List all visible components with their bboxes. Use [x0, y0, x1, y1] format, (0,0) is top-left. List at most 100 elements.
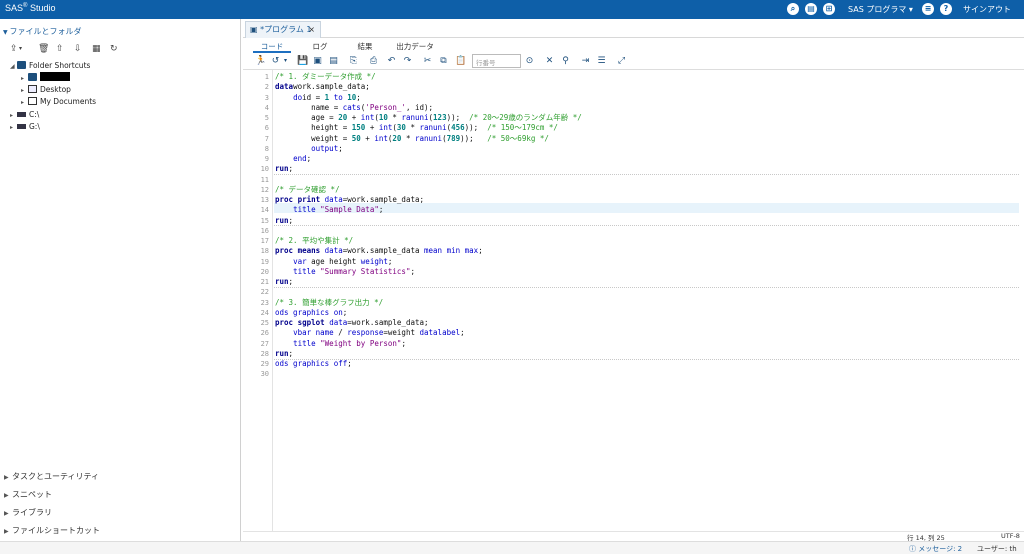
editor-status-bar: 行 14, 列 25 UTF-8	[243, 531, 1024, 542]
code-line[interactable]: output;	[275, 144, 343, 154]
expand-icon[interactable]: ▸	[21, 73, 28, 84]
code-line[interactable]: ods graphics on;	[275, 308, 347, 318]
undo-icon[interactable]: ↶	[387, 56, 396, 66]
tab-log[interactable]: ログ	[308, 41, 332, 53]
line-number-input[interactable]: 行番号	[472, 54, 521, 68]
line-number: 9	[264, 155, 269, 163]
code-line[interactable]: height = 150 + int(30 * ranuni(456)); /*…	[275, 123, 558, 133]
tree-c-drive[interactable]: ▸ C:\	[10, 109, 39, 120]
code-line[interactable]: age = 20 + int(10 * ranuni(123)); /* 20～…	[275, 113, 582, 123]
code-line[interactable]: run;	[275, 349, 293, 359]
code-line[interactable]: doid = 1 to 10;	[275, 93, 361, 103]
redo-icon[interactable]: ↷	[403, 56, 412, 66]
binoculars-icon[interactable]: ⚲	[561, 56, 570, 66]
dropdown-icon[interactable]: ▾	[19, 44, 28, 54]
new-file-icon[interactable]: ⇪	[10, 44, 19, 54]
tab-output-data[interactable]: 出力データ	[393, 41, 437, 53]
upload-icon[interactable]: ⇧	[56, 44, 65, 54]
expand-icon[interactable]: ▸	[10, 110, 17, 121]
grid-icon[interactable]: ⊞	[823, 3, 835, 15]
menu-icon[interactable]: ≡	[922, 3, 934, 15]
cut-icon[interactable]: ✂	[423, 56, 432, 66]
messages-link[interactable]: ⓘ メッセージ: 2	[909, 544, 962, 554]
save-as-icon[interactable]: ▣	[313, 56, 322, 66]
code-line[interactable]: /* 3. 簡単な棒グラフ出力 */	[275, 298, 383, 308]
download-icon[interactable]: ⇩	[74, 44, 83, 54]
paste-icon[interactable]: 📋	[455, 56, 466, 66]
block-separator	[274, 174, 1019, 175]
tab-results[interactable]: 結果	[353, 41, 377, 53]
code-line[interactable]: name = cats('Person_', id);	[275, 103, 433, 113]
indent-icon[interactable]: ⇥	[581, 56, 590, 66]
redacted-label	[40, 72, 70, 81]
tree-desktop[interactable]: ▸ Desktop	[21, 84, 71, 95]
code-line[interactable]: var age height weight;	[275, 257, 392, 267]
tree-redacted-item[interactable]: ▸	[21, 72, 70, 83]
refresh-icon[interactable]: ↻	[110, 44, 119, 54]
line-number: 6	[264, 124, 269, 133]
app-title: SAS® Studio	[5, 3, 56, 13]
code-editor[interactable]: 1 2 3 4 5 6 7 8 9 10 11 12 13 14 15 16 17 18 19 20 21 22 23 24 2…	[243, 70, 1024, 531]
code-line[interactable]: end;	[275, 154, 311, 164]
files-folders-header[interactable]: ▼ ファイルとフォルダ	[3, 26, 82, 37]
tree-folder-shortcuts[interactable]: ◢ Folder Shortcuts	[10, 60, 90, 71]
code-line[interactable]: proc print data=work.sample_data;	[275, 195, 424, 205]
line-number: 28	[260, 349, 269, 358]
left-pane: ▼ ファイルとフォルダ ⇪ ▾ 🗑 ⇧ ⇩ ▦ ↻ ◢ Folder Shortc…	[0, 19, 241, 541]
code-line[interactable]: run;	[275, 277, 293, 287]
run-icon[interactable]: 🏃	[255, 56, 266, 66]
expand-icon[interactable]: ▸	[21, 85, 28, 96]
code-line[interactable]: /* データ確認 */	[275, 185, 340, 195]
accordion-snippets[interactable]: ▶ スニペット	[4, 489, 52, 501]
code-line[interactable]: title "Sample Data";	[275, 205, 383, 215]
search-icon[interactable]: ⌕	[787, 3, 799, 15]
delete-icon[interactable]: 🗑	[38, 44, 49, 54]
save-icon[interactable]: 💾	[297, 56, 308, 66]
go-icon[interactable]: ⊙	[525, 56, 534, 66]
accordion-libraries[interactable]: ▶ ライブラリ	[4, 507, 52, 519]
code-line[interactable]: run;	[275, 164, 293, 174]
line-number: 15	[260, 216, 269, 225]
format-icon[interactable]: ☰	[597, 56, 606, 66]
dropdown-icon[interactable]: ▾	[281, 56, 290, 66]
program-menu[interactable]: SAS プログラマ ▾	[848, 4, 913, 15]
line-number: 20	[260, 267, 269, 276]
copy-icon[interactable]: ⎘	[349, 56, 358, 66]
expand-icon[interactable]: ▸	[10, 122, 17, 133]
accordion-file-shortcuts[interactable]: ▶ ファイルショートカット	[4, 525, 100, 537]
tree-my-documents[interactable]: ▸ My Documents	[21, 96, 96, 107]
clear-icon[interactable]: ✕	[545, 56, 554, 66]
signout-link[interactable]: サインアウト	[963, 4, 1011, 15]
help-icon[interactable]: ?	[940, 3, 952, 15]
code-line[interactable]: title "Summary Statistics";	[275, 267, 415, 277]
code-line[interactable]: title "Weight by Person";	[275, 339, 406, 349]
code-line[interactable]: /* 2. 平均や集計 */	[275, 236, 353, 246]
folder-icon	[28, 73, 37, 81]
code-line[interactable]: vbar name / response=weight datalabel;	[275, 328, 465, 338]
accordion-tasks[interactable]: ▶ タスクとユーティリティ	[4, 471, 99, 483]
code-line[interactable]: ods graphics off;	[275, 359, 352, 369]
close-icon[interactable]: ×	[308, 22, 315, 38]
expand-icon[interactable]: ◢	[10, 61, 17, 72]
folder-icon	[17, 61, 26, 69]
expand-icon[interactable]: ▸	[21, 97, 28, 108]
expand-icon: ▶	[4, 510, 9, 517]
properties-icon[interactable]: ▦	[92, 44, 101, 54]
tab-program-1[interactable]: ▣ *プログラム 1 ×	[245, 21, 321, 38]
code-line[interactable]: proc means data=work.sample_data mean mi…	[275, 246, 483, 256]
line-number: 5	[264, 114, 269, 122]
code-line[interactable]: weight = 50 + int(20 * ranuni(789)); /* …	[275, 134, 549, 144]
maximize-icon[interactable]: ⤢	[617, 56, 626, 66]
code-line[interactable]: datawork.sample_data;	[275, 82, 370, 92]
copy-clip-icon[interactable]: ⧉	[439, 56, 448, 66]
expand-icon: ▶	[4, 474, 9, 481]
print-icon[interactable]: ⎙	[369, 56, 378, 66]
tab-code[interactable]: コード	[253, 41, 291, 53]
tree-g-drive[interactable]: ▸ G:\	[10, 121, 40, 132]
code-line[interactable]: run;	[275, 216, 293, 226]
code-line[interactable]: /* 1. ダミーデータ作成 */	[275, 72, 376, 82]
clipboard-icon[interactable]: ▤	[805, 3, 817, 15]
save-all-icon[interactable]: ▤	[329, 56, 338, 66]
code-line[interactable]: proc sgplot data=work.sample_data;	[275, 318, 429, 328]
history-icon[interactable]: ↺	[271, 56, 280, 66]
